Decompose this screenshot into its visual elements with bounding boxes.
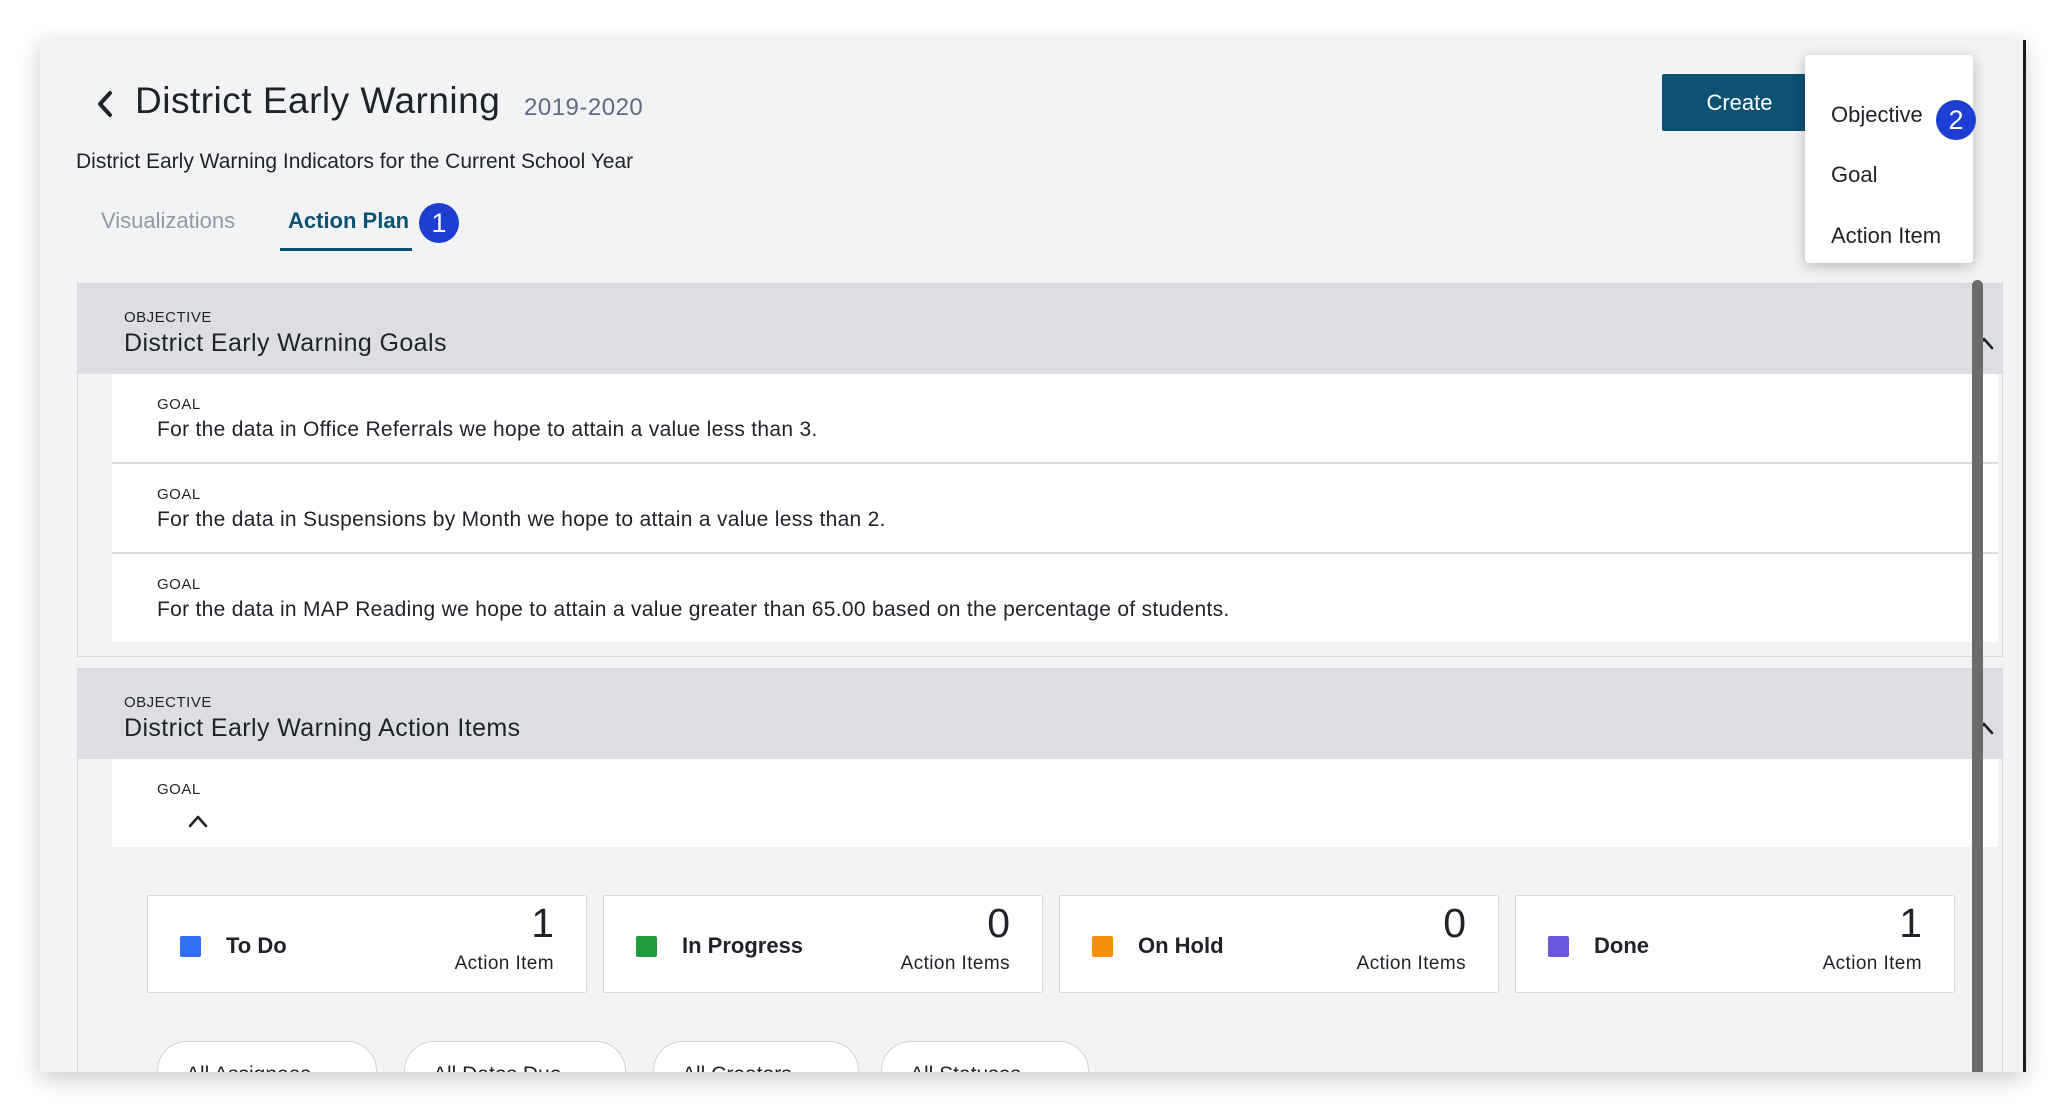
status-count: 1 — [531, 900, 554, 946]
goal-kicker: GOAL — [157, 396, 201, 413]
goal-text: For the data in Office Referrals we hope… — [157, 418, 818, 441]
goal-kicker: GOAL — [157, 781, 201, 798]
goal-row[interactable]: GOAL For the data in MAP Reading we hope… — [112, 554, 1998, 642]
tab-visualizations[interactable]: Visualizations — [101, 208, 235, 234]
status-unit: Action Items — [900, 953, 1010, 974]
objective-title: District Early Warning Goals — [124, 329, 447, 357]
step-badge-1: 1 — [419, 203, 459, 243]
status-label: In Progress — [682, 933, 804, 958]
goal-block: GOAL — [112, 759, 1998, 847]
objective-title: District Early Warning Action Items — [124, 714, 521, 742]
status-unit: Action Items — [1356, 953, 1466, 974]
goal-kicker: GOAL — [157, 486, 201, 503]
objective-kicker: OBJECTIVE — [124, 309, 212, 326]
create-button[interactable]: Create — [1662, 74, 1817, 131]
status-swatch — [636, 936, 657, 957]
status-unit: Action Item — [1822, 953, 1922, 974]
status-card-to-do[interactable]: To Do 1 Action Item — [147, 895, 587, 993]
objective-panel-goals: OBJECTIVE District Early Warning Goals G… — [77, 283, 2003, 657]
window-edge — [2023, 40, 2026, 1072]
app-window: District Early Warning 2019-2020 Distric… — [40, 40, 2024, 1072]
menu-item-goal[interactable]: Goal — [1831, 162, 1877, 188]
status-count: 1 — [1899, 900, 1922, 946]
goal-text: For the data in MAP Reading we hope to a… — [157, 598, 1230, 621]
page-subtitle: District Early Warning Indicators for th… — [76, 150, 634, 173]
status-card-on-hold[interactable]: On Hold 0 Action Items — [1059, 895, 1499, 993]
status-unit: Action Item — [454, 953, 554, 974]
menu-item-action-item[interactable]: Action Item — [1831, 223, 1941, 249]
school-year: 2019-2020 — [524, 94, 644, 121]
objective-panel-action-items: OBJECTIVE District Early Warning Action … — [77, 668, 2003, 1072]
status-swatch — [1092, 936, 1113, 957]
filter-label: All Dates Due — [433, 1063, 561, 1072]
tab-action-plan[interactable]: Action Plan — [288, 208, 409, 234]
chevron-up-icon[interactable] — [188, 814, 208, 828]
menu-item-objective[interactable]: Objective — [1831, 102, 1923, 128]
filter-label: All Assignees — [186, 1063, 311, 1072]
status-swatch — [1548, 936, 1569, 957]
objective-kicker: OBJECTIVE — [124, 694, 212, 711]
goal-text: For the data in Suspensions by Month we … — [157, 508, 886, 531]
filter-dates-due-dropdown[interactable]: All Dates Due — [404, 1041, 626, 1072]
status-label: Done — [1594, 933, 1649, 958]
filter-creators-dropdown[interactable]: All Creators — [653, 1041, 859, 1072]
active-tab-indicator — [280, 248, 412, 251]
vertical-scrollbar[interactable] — [1972, 280, 1983, 1072]
filter-statuses-dropdown[interactable]: All Statuses — [881, 1041, 1089, 1072]
status-count: 0 — [1443, 900, 1466, 946]
status-label: To Do — [226, 933, 287, 958]
goal-row[interactable]: GOAL For the data in Office Referrals we… — [112, 374, 1998, 464]
objective-header[interactable]: OBJECTIVE District Early Warning Goals — [78, 284, 2002, 374]
status-label: On Hold — [1138, 933, 1224, 958]
filter-assignees-dropdown[interactable]: All Assignees — [157, 1041, 377, 1072]
create-dropdown-menu: Objective Goal Action Item — [1805, 55, 1973, 263]
back-arrow-icon[interactable] — [92, 87, 120, 121]
status-swatch — [180, 936, 201, 957]
filter-label: All Creators — [682, 1063, 792, 1072]
status-card-in-progress[interactable]: In Progress 0 Action Items — [603, 895, 1043, 993]
goal-kicker: GOAL — [157, 576, 201, 593]
filter-label: All Statuses — [910, 1063, 1021, 1072]
status-card-done[interactable]: Done 1 Action Item — [1515, 895, 1955, 993]
objective-header[interactable]: OBJECTIVE District Early Warning Action … — [78, 669, 2002, 759]
step-badge-2: 2 — [1936, 100, 1976, 140]
status-count: 0 — [987, 900, 1010, 946]
page-title: District Early Warning — [135, 80, 501, 121]
goal-row[interactable]: GOAL For the data in Suspensions by Mont… — [112, 464, 1998, 554]
